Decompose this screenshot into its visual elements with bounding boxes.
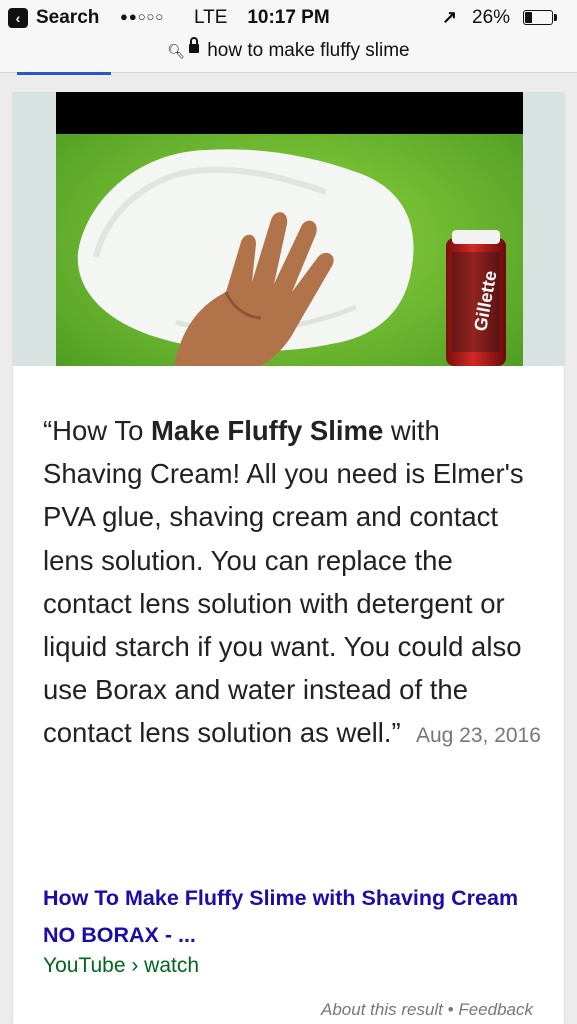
location-arrow-icon: ↗ xyxy=(442,7,458,27)
snippet-body: with Shaving Cream! All you need is Elme… xyxy=(43,415,524,749)
active-tab-indicator xyxy=(17,72,111,75)
search-icon: 🔍︎ xyxy=(167,43,186,59)
url-bar[interactable]: 🔍︎ how to make fluffy slime xyxy=(0,36,577,73)
result-url[interactable]: YouTube › watch xyxy=(43,954,199,978)
feedback-link[interactable]: Feedback xyxy=(458,1000,533,1019)
url-query[interactable]: how to make fluffy slime xyxy=(207,40,409,61)
battery-icon xyxy=(523,10,553,25)
footer-separator: • xyxy=(447,1000,454,1019)
battery-fill xyxy=(525,12,533,23)
snippet-highlight: Make Fluffy Slime xyxy=(151,415,384,446)
snippet-date: Aug 23, 2016 xyxy=(415,724,541,748)
battery-percent: 26% xyxy=(472,7,511,28)
status-bar: ‹ Search ●●○○○ LTE 10:17 PM ↗ 26% xyxy=(0,0,577,36)
snippet-quote-start: “How To xyxy=(43,415,151,446)
lock-icon xyxy=(189,37,200,54)
card-footer: About this result • Feedback xyxy=(321,1000,533,1020)
video-thumbnail[interactable]: Gillette xyxy=(56,92,523,366)
about-this-result-link[interactable]: About this result xyxy=(321,1000,443,1019)
result-title-link[interactable]: How To Make Fluffy Slime with Shaving Cr… xyxy=(43,880,543,954)
slime-image: Gillette xyxy=(56,92,523,366)
battery-tip xyxy=(554,14,557,21)
snippet-text: “How To Make Fluffy Slime with Shaving C… xyxy=(43,409,543,758)
